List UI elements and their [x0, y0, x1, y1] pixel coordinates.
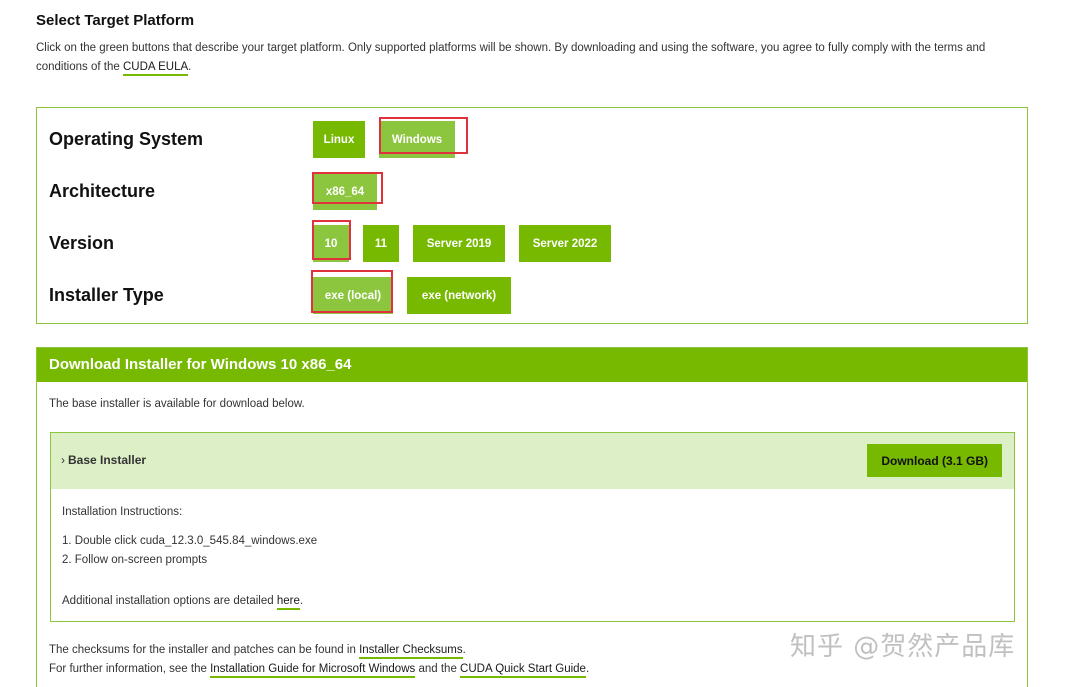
- base-installer-toggle[interactable]: › Base Installer: [61, 453, 146, 467]
- download-button[interactable]: Download (3.1 GB): [867, 444, 1002, 477]
- base-installer-panel: › Base Installer Download (3.1 GB) Instal…: [50, 432, 1015, 622]
- arch-label: Architecture: [49, 181, 156, 201]
- installation-guide-link[interactable]: Installation Guide for Microsoft Windows: [210, 663, 416, 678]
- checksums-period: .: [462, 644, 466, 656]
- platform-selector: Operating System Linux Windows Architect…: [36, 107, 1028, 324]
- download-note: The base installer is available for down…: [49, 398, 305, 410]
- footer-text: The checksums for the installer and patc…: [49, 641, 589, 679]
- version-row: Version 10 11 Server 2019 Server 2022: [49, 225, 1009, 265]
- checksums-line: The checksums for the installer and patc…: [49, 641, 589, 660]
- further-period: .: [585, 663, 590, 675]
- and-text: and the: [418, 663, 457, 675]
- quick-start-guide-link[interactable]: CUDA Quick Start Guide: [460, 663, 586, 678]
- further-info-line: For further information, see the Install…: [49, 660, 589, 679]
- base-installer-header: › Base Installer Download (3.1 GB): [51, 433, 1014, 489]
- os-option-windows[interactable]: Windows: [379, 121, 455, 158]
- version-option-10[interactable]: 10: [313, 225, 349, 262]
- os-row: Operating System Linux Windows: [49, 121, 1009, 161]
- installer-type-row: Installer Type exe (local) exe (network): [49, 277, 1009, 317]
- additional-options-text: Additional installation options are deta…: [62, 595, 274, 607]
- version-option-server-2019[interactable]: Server 2019: [413, 225, 505, 262]
- additional-period: .: [299, 595, 304, 607]
- instruction-step-1: 1. Double click cuda_12.3.0_545.84_windo…: [62, 535, 318, 547]
- version-option-11[interactable]: 11: [363, 225, 399, 262]
- installer-checksums-link[interactable]: Installer Checksums: [359, 644, 463, 659]
- version-label: Version: [49, 233, 115, 253]
- installer-type-label: Installer Type: [49, 285, 164, 305]
- here-link[interactable]: here: [276, 595, 300, 610]
- os-option-linux[interactable]: Linux: [313, 121, 365, 158]
- further-text: For further information, see the: [49, 663, 207, 675]
- os-label: Operating System: [49, 129, 204, 149]
- instruction-step-2: 2. Follow on-screen prompts: [62, 554, 208, 566]
- installation-instructions: Installation Instructions: 1. Double cli…: [62, 503, 317, 611]
- arch-row: Architecture x86_64: [49, 173, 1009, 213]
- page-title: Select Target Platform: [36, 12, 195, 29]
- version-option-server-2022[interactable]: Server 2022: [519, 225, 611, 262]
- cuda-eula-link[interactable]: CUDA EULA: [122, 61, 189, 76]
- chevron-right-icon: ›: [61, 453, 65, 467]
- installer-option-exe-local[interactable]: exe (local): [313, 277, 393, 314]
- additional-options: Additional installation options are deta…: [62, 592, 317, 611]
- instructions-title: Installation Instructions:: [62, 506, 183, 518]
- watermark: 知乎 @贺然产品库: [790, 632, 1016, 662]
- base-installer-title: Base Installer: [68, 453, 147, 467]
- checksums-text: The checksums for the installer and patc…: [49, 644, 356, 656]
- installer-option-exe-network[interactable]: exe (network): [407, 277, 511, 314]
- intro-period: .: [188, 61, 192, 73]
- arch-option-x86-64[interactable]: x86_64: [313, 173, 377, 210]
- download-header: Download Installer for Windows 10 x86_64: [37, 348, 1027, 382]
- intro-text: Click on the green buttons that describe…: [36, 39, 1036, 77]
